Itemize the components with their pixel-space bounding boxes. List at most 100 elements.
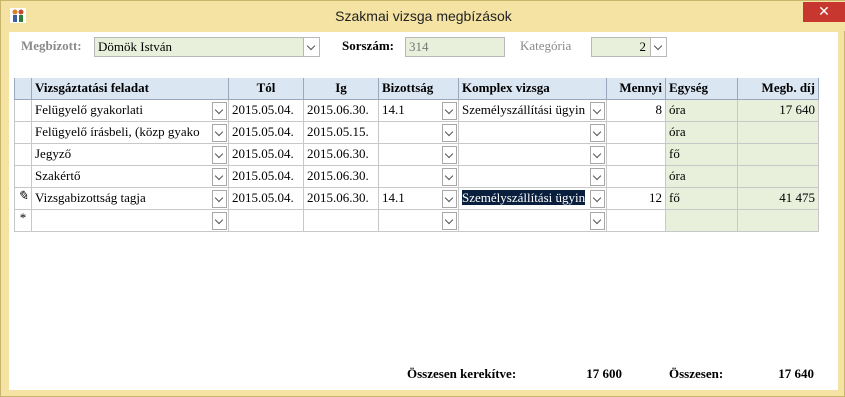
feladat-dropdown[interactable] — [212, 102, 227, 120]
kategoria-label: Kategória — [520, 38, 572, 53]
form-body: Megbízott: Dömök István Sorszám: 314 Kat… — [9, 32, 838, 390]
feladat-cell[interactable] — [32, 210, 229, 232]
feladat-cell[interactable]: Felügyelő gyakorlati — [32, 100, 229, 122]
bizottsag-dropdown[interactable] — [442, 146, 457, 164]
mennyi-cell[interactable]: 12 — [607, 188, 666, 210]
feladat-dropdown[interactable] — [212, 146, 227, 164]
ig-cell[interactable]: 2015.06.30. — [304, 166, 379, 188]
komplex-dropdown[interactable] — [590, 190, 605, 208]
bizottsag-dropdown[interactable] — [442, 124, 457, 142]
close-button[interactable]: ✕ — [803, 2, 845, 22]
tol-cell[interactable]: 2015.05.04. — [229, 100, 304, 122]
komplex-cell[interactable] — [459, 166, 607, 188]
chevron-down-icon — [444, 215, 454, 225]
feladat-value: Felügyelő gyakorlati — [35, 102, 143, 117]
table-row[interactable]: Jegyző 2015.05.04. 2015.06.30. fő — [14, 144, 819, 166]
ig-cell[interactable]: 2015.06.30. — [304, 144, 379, 166]
komplex-dropdown[interactable] — [590, 212, 605, 230]
bizottsag-dropdown[interactable] — [442, 168, 457, 186]
feladat-dropdown[interactable] — [212, 212, 227, 230]
chevron-down-icon — [592, 171, 602, 181]
feladat-value: Felügyelő írásbeli, (közp gyako — [35, 124, 200, 139]
komplex-dropdown[interactable] — [590, 124, 605, 142]
tol-cell[interactable]: 2015.05.04. — [229, 188, 304, 210]
kategoria-dropdown-button[interactable] — [650, 38, 666, 56]
col-header-komplex[interactable]: Komplex vizsga — [459, 78, 607, 100]
chevron-down-icon — [592, 215, 602, 225]
header-selector — [14, 78, 32, 100]
komplex-dropdown[interactable] — [590, 168, 605, 186]
chevron-down-icon — [214, 193, 224, 203]
row-selector[interactable] — [14, 122, 32, 144]
ig-cell[interactable] — [304, 210, 379, 232]
egyseg-cell: fő — [666, 144, 738, 166]
mennyi-cell[interactable] — [607, 210, 666, 232]
col-header-egyseg[interactable]: Egység — [666, 78, 738, 100]
feladat-dropdown[interactable] — [212, 124, 227, 142]
osszesen-value: 17 640 — [778, 366, 814, 381]
bizottsag-dropdown[interactable] — [442, 190, 457, 208]
tol-cell[interactable]: 2015.05.04. — [229, 144, 304, 166]
chevron-down-icon — [214, 149, 224, 159]
asterisk-icon[interactable]: * — [14, 210, 32, 232]
table-row[interactable]: Felügyelő írásbeli, (közp gyako 2015.05.… — [14, 122, 819, 144]
col-header-feladat[interactable]: Vizsgáztatási feladat — [32, 78, 229, 100]
close-icon: ✕ — [818, 4, 830, 20]
col-header-bizottsag[interactable]: Bizottság — [379, 78, 459, 100]
table-row-editing[interactable]: ✎ Vizsgabizottság tagja 2015.05.04. 2015… — [14, 188, 819, 210]
row-selector[interactable] — [14, 100, 32, 122]
mennyi-cell[interactable] — [607, 166, 666, 188]
komplex-dropdown[interactable] — [590, 146, 605, 164]
dij-cell: 17 640 — [738, 100, 819, 122]
egyseg-cell: óra — [666, 166, 738, 188]
megbizott-dropdown-button[interactable] — [303, 38, 319, 56]
sorszam-field[interactable]: 314 — [405, 37, 505, 57]
table-row[interactable]: Szakértő 2015.05.04. 2015.06.30. óra — [14, 166, 819, 188]
sorszam-label: Sorszám: — [342, 38, 394, 53]
megbizott-combo[interactable]: Dömök István — [94, 37, 320, 57]
dij-cell — [738, 166, 819, 188]
dij-cell — [738, 144, 819, 166]
table-row-new[interactable]: * — [14, 210, 819, 232]
mennyi-cell[interactable]: 8 — [607, 100, 666, 122]
tol-cell[interactable] — [229, 210, 304, 232]
feladat-cell[interactable]: Felügyelő írásbeli, (közp gyako — [32, 122, 229, 144]
feladat-cell[interactable]: Szakértő — [32, 166, 229, 188]
feladat-dropdown[interactable] — [212, 168, 227, 186]
ig-cell[interactable]: 2015.06.30. — [304, 188, 379, 210]
tol-cell[interactable]: 2015.05.04. — [229, 166, 304, 188]
ig-cell[interactable]: 2015.06.30. — [304, 100, 379, 122]
feladat-cell[interactable]: Vizsgabizottság tagja — [32, 188, 229, 210]
col-header-tol[interactable]: Tól — [229, 78, 304, 100]
tol-cell[interactable]: 2015.05.04. — [229, 122, 304, 144]
osszesen-label: Összesen: — [669, 366, 724, 381]
row-selector[interactable] — [14, 166, 32, 188]
mennyi-cell[interactable] — [607, 144, 666, 166]
feladat-value: Jegyző — [35, 146, 72, 161]
feladat-cell[interactable]: Jegyző — [32, 144, 229, 166]
komplex-cell[interactable]: Személyszállítási ügyin — [459, 100, 607, 122]
kategoria-combo[interactable]: 2 — [591, 37, 667, 57]
title-bar[interactable]: Szakmai vizsga megbízások ✕ — [1, 1, 845, 31]
komplex-cell[interactable]: Személyszállítási ügyin — [459, 188, 607, 210]
komplex-dropdown[interactable] — [590, 102, 605, 120]
col-header-dij[interactable]: Megb. díj — [738, 78, 819, 100]
bizottsag-dropdown[interactable] — [442, 212, 457, 230]
chevron-down-icon — [653, 41, 663, 51]
komplex-cell[interactable] — [459, 122, 607, 144]
col-header-mennyi[interactable]: Mennyi — [607, 78, 666, 100]
pencil-icon[interactable]: ✎ — [14, 188, 32, 210]
ig-cell[interactable]: 2015.05.15. — [304, 122, 379, 144]
feladat-dropdown[interactable] — [212, 190, 227, 208]
chevron-down-icon — [592, 193, 602, 203]
chevron-down-icon — [444, 127, 454, 137]
table-row[interactable]: Felügyelő gyakorlati 2015.05.04. 2015.06… — [14, 100, 819, 122]
egyseg-cell — [666, 210, 738, 232]
bizottsag-dropdown[interactable] — [442, 102, 457, 120]
col-header-ig[interactable]: Ig — [304, 78, 379, 100]
komplex-cell[interactable] — [459, 144, 607, 166]
mennyi-cell[interactable] — [607, 122, 666, 144]
komplex-cell[interactable] — [459, 210, 607, 232]
kerekitve-label: Összesen kerekítve: — [407, 366, 517, 381]
row-selector[interactable] — [14, 144, 32, 166]
